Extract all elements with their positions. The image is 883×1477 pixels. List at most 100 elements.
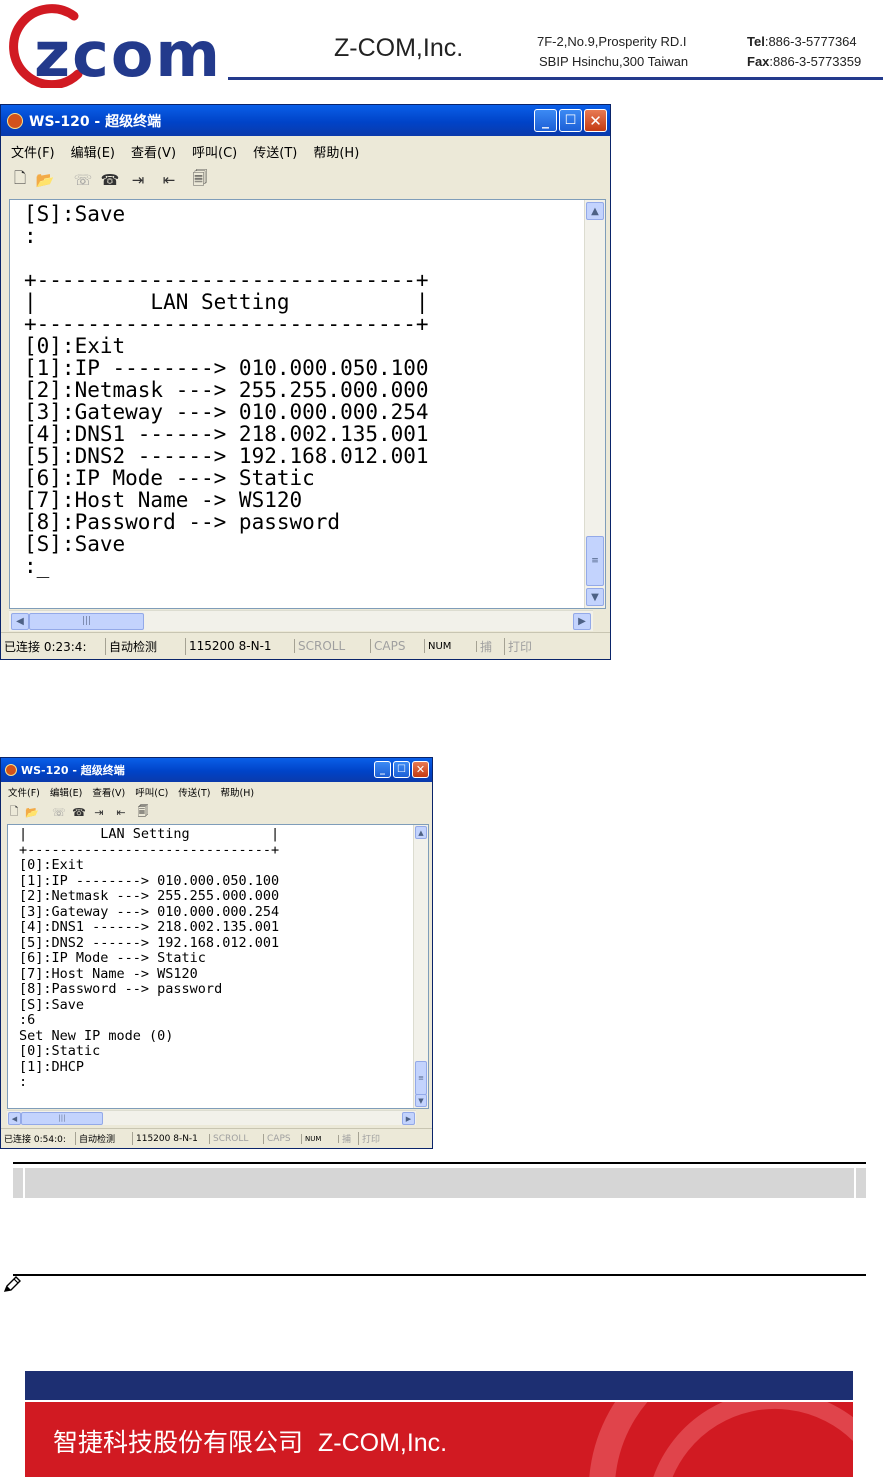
terminal-line: : bbox=[19, 1074, 28, 1090]
hyperterminal-app-icon bbox=[5, 764, 17, 776]
terminal-line: [4]:DNS1 ------> 218.002.135.001 bbox=[19, 919, 280, 935]
menu-view[interactable]: 查看(V) bbox=[92, 785, 125, 799]
terminal-output: | LAN Setting | +------------------------… bbox=[19, 826, 280, 1091]
scroll-up-button[interactable]: ▲ bbox=[586, 202, 604, 220]
minimize-button[interactable]: _ bbox=[534, 109, 557, 132]
status-detect: 自动检测 bbox=[106, 637, 186, 655]
tel-value: :886-3-5777364 bbox=[764, 34, 857, 49]
scroll-left-button[interactable]: ◀ bbox=[11, 613, 29, 630]
hyperterminal-window-2: WS-120 - 超级终端 _ ☐ ✕ 文件(F) 编辑(E) 查看(V) 呼叫… bbox=[0, 757, 433, 1149]
close-button[interactable]: ✕ bbox=[584, 109, 607, 132]
vertical-scrollbar[interactable]: ▲ ≡ ▼ bbox=[413, 825, 428, 1108]
scroll-right-button[interactable]: ▶ bbox=[402, 1112, 415, 1125]
scroll-up-button[interactable]: ▲ bbox=[415, 826, 427, 839]
properties-icon[interactable]: 🗐 bbox=[187, 168, 213, 193]
terminal-output: [S]:Save: +-----------------------------… bbox=[24, 203, 429, 577]
status-capture: 捕 bbox=[339, 1132, 359, 1145]
close-button[interactable]: ✕ bbox=[412, 761, 429, 778]
note-rule bbox=[13, 1274, 866, 1276]
send-icon[interactable]: ⇥ bbox=[90, 806, 108, 819]
status-connection: 已连接 0:54:0: bbox=[1, 1132, 76, 1145]
company-name: Z-COM,Inc. bbox=[334, 34, 464, 62]
terminal-line: :_ bbox=[24, 554, 50, 578]
company-address: 7F-2,No.9,Prosperity RD.I SBIP Hsinchu,3… bbox=[537, 32, 688, 72]
status-capture: 捕 bbox=[477, 637, 505, 655]
open-icon[interactable]: 📂 bbox=[31, 171, 59, 189]
title-bar[interactable]: WS-120 - 超级终端 _ ☐ ✕ bbox=[1, 105, 610, 136]
connect-icon[interactable]: ☏ bbox=[71, 171, 95, 189]
menu-call[interactable]: 呼叫(C) bbox=[135, 785, 168, 799]
terminal-line: [8]:Password --> password bbox=[24, 510, 341, 534]
open-icon[interactable]: 📂 bbox=[22, 806, 42, 819]
connect-icon[interactable]: ☏ bbox=[50, 806, 68, 819]
disconnect-icon[interactable]: ☎ bbox=[68, 806, 90, 819]
menu-bar: 文件(F) 编辑(E) 查看(V) 呼叫(C) 传送(T) 帮助(H) bbox=[1, 785, 432, 799]
status-baud: 115200 8-N-1 bbox=[186, 639, 295, 653]
terminal-line: [5]:DNS2 ------> 192.168.012.001 bbox=[24, 444, 429, 468]
horizontal-scroll-thumb[interactable]: ||| bbox=[21, 1112, 103, 1125]
toolbar: 🗋 📂 ☏ ☎ ⇥ ⇤ 🗐 bbox=[1, 169, 610, 191]
horizontal-scroll-thumb[interactable]: ||| bbox=[29, 613, 144, 630]
scroll-down-button[interactable]: ▼ bbox=[415, 1094, 427, 1107]
window-title: WS-120 - 超级终端 bbox=[21, 764, 125, 777]
vertical-scrollbar[interactable]: ▲ ≡ ▼ bbox=[584, 200, 605, 608]
scroll-down-button[interactable]: ▼ bbox=[586, 588, 604, 606]
band-left-cap bbox=[13, 1168, 23, 1198]
terminal-line: [5]:DNS2 ------> 192.168.012.001 bbox=[19, 934, 280, 951]
terminal-line: [4]:DNS1 ------> 218.002.135.001 bbox=[24, 422, 429, 446]
maximize-button[interactable]: ☐ bbox=[393, 761, 410, 778]
scroll-thumb[interactable]: ≡ bbox=[586, 536, 604, 586]
receive-icon[interactable]: ⇤ bbox=[151, 171, 187, 189]
scroll-right-button[interactable]: ▶ bbox=[573, 613, 591, 630]
menu-help[interactable]: 帮助(H) bbox=[313, 142, 359, 161]
footer-blue-bar bbox=[25, 1371, 853, 1400]
send-icon[interactable]: ⇥ bbox=[125, 171, 151, 189]
terminal-screen[interactable]: | LAN Setting | +------------------------… bbox=[7, 824, 429, 1109]
company-contact: Tel:886-3-5777364 Fax:886-3-5773359 bbox=[747, 32, 861, 72]
new-icon[interactable]: 🗋 bbox=[6, 803, 22, 822]
properties-icon[interactable]: 🗐 bbox=[134, 803, 152, 822]
minimize-button[interactable]: _ bbox=[374, 761, 391, 778]
header-rule bbox=[228, 77, 883, 80]
menu-view[interactable]: 查看(V) bbox=[131, 142, 176, 161]
menu-file[interactable]: 文件(F) bbox=[11, 142, 55, 161]
scroll-left-button[interactable]: ◀ bbox=[8, 1112, 21, 1125]
terminal-line: [0]:Exit bbox=[24, 334, 126, 358]
terminal-line: [6]:IP Mode ---> Static bbox=[24, 466, 315, 490]
menu-call[interactable]: 呼叫(C) bbox=[192, 142, 237, 161]
status-bar: 已连接 0:23:4: 自动检测 115200 8-N-1 SCROLL CAP… bbox=[1, 632, 610, 659]
footer-swoosh-icon bbox=[589, 1402, 853, 1477]
title-bar[interactable]: WS-120 - 超级终端 _ ☐ ✕ bbox=[1, 758, 432, 782]
receive-icon[interactable]: ⇤ bbox=[108, 806, 134, 819]
horizontal-scrollbar[interactable]: ◀ ||| ▶ bbox=[9, 610, 593, 631]
menu-edit[interactable]: 编辑(E) bbox=[71, 142, 115, 161]
terminal-screen[interactable]: [S]:Save: +-----------------------------… bbox=[9, 199, 606, 609]
menu-file[interactable]: 文件(F) bbox=[8, 785, 40, 799]
terminal-line: [2]:Netmask ---> 255.255.000.000 bbox=[19, 888, 280, 904]
status-scroll: SCROLL bbox=[295, 639, 371, 653]
menu-transfer[interactable]: 传送(T) bbox=[253, 142, 297, 161]
scroll-thumb[interactable]: ≡ bbox=[415, 1061, 427, 1095]
terminal-line: [7]:Host Name -> WS120 bbox=[24, 488, 303, 512]
menu-bar: 文件(F) 编辑(E) 查看(V) 呼叫(C) 传送(T) 帮助(H) bbox=[1, 142, 610, 161]
terminal-line: [1]:DHCP bbox=[19, 1058, 85, 1075]
status-num: NUM bbox=[425, 640, 477, 652]
status-connection: 已连接 0:23:4: bbox=[1, 637, 106, 655]
terminal-line: [1]:IP --------> 010.000.050.100 bbox=[19, 872, 280, 889]
horizontal-scrollbar[interactable]: ◀ ||| ▶ bbox=[7, 1110, 416, 1125]
maximize-button[interactable]: ☐ bbox=[559, 109, 582, 132]
menu-edit[interactable]: 编辑(E) bbox=[50, 785, 82, 799]
menu-transfer[interactable]: 传送(T) bbox=[178, 785, 210, 799]
disconnect-icon[interactable]: ☎ bbox=[95, 171, 125, 189]
new-icon[interactable]: 🗋 bbox=[9, 168, 31, 193]
status-caps: CAPS bbox=[264, 1133, 302, 1144]
footer-company: 智捷科技股份有限公司 Z-COM,Inc. bbox=[53, 1423, 447, 1459]
address-line-1: 7F-2,No.9,Prosperity RD.I bbox=[537, 34, 687, 49]
terminal-line: +------------------------------+ bbox=[19, 841, 280, 858]
fax-label: Fax bbox=[747, 54, 770, 69]
terminal-line: | LAN Setting | bbox=[19, 826, 280, 842]
status-print: 打印 bbox=[362, 1135, 381, 1145]
terminal-line: :6 bbox=[19, 1012, 36, 1028]
menu-help[interactable]: 帮助(H) bbox=[221, 785, 255, 799]
